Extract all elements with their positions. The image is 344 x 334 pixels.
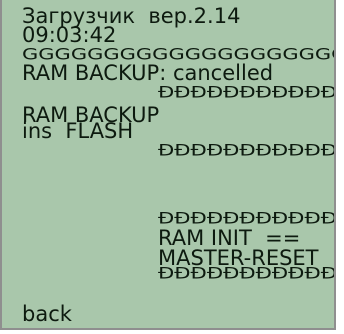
- back-button[interactable]: back: [22, 304, 72, 325]
- ram-backup-status: RAM BACKUP: cancelled: [22, 61, 274, 85]
- d-line-2: ĐĐĐĐĐĐĐĐĐĐĐĐ: [158, 140, 336, 160]
- g-line: GGGGGGGGGGGGGGGGGGGGGG: [22, 44, 334, 64]
- d-line-4: ĐĐĐĐĐĐĐĐĐĐĐĐ: [158, 263, 336, 283]
- d-line-1: ĐĐĐĐĐĐĐĐĐĐĐĐ: [158, 82, 336, 102]
- d-line-3: ĐĐĐĐĐĐĐĐĐĐĐĐ: [158, 208, 336, 228]
- clock-time: 09:03:42: [22, 23, 117, 47]
- ins-flash-label: ins FLASH: [22, 119, 134, 143]
- lcd-screen: Загрузчик вер.2.14 09:03:42 GGGGGGGGGGGG…: [0, 0, 336, 330]
